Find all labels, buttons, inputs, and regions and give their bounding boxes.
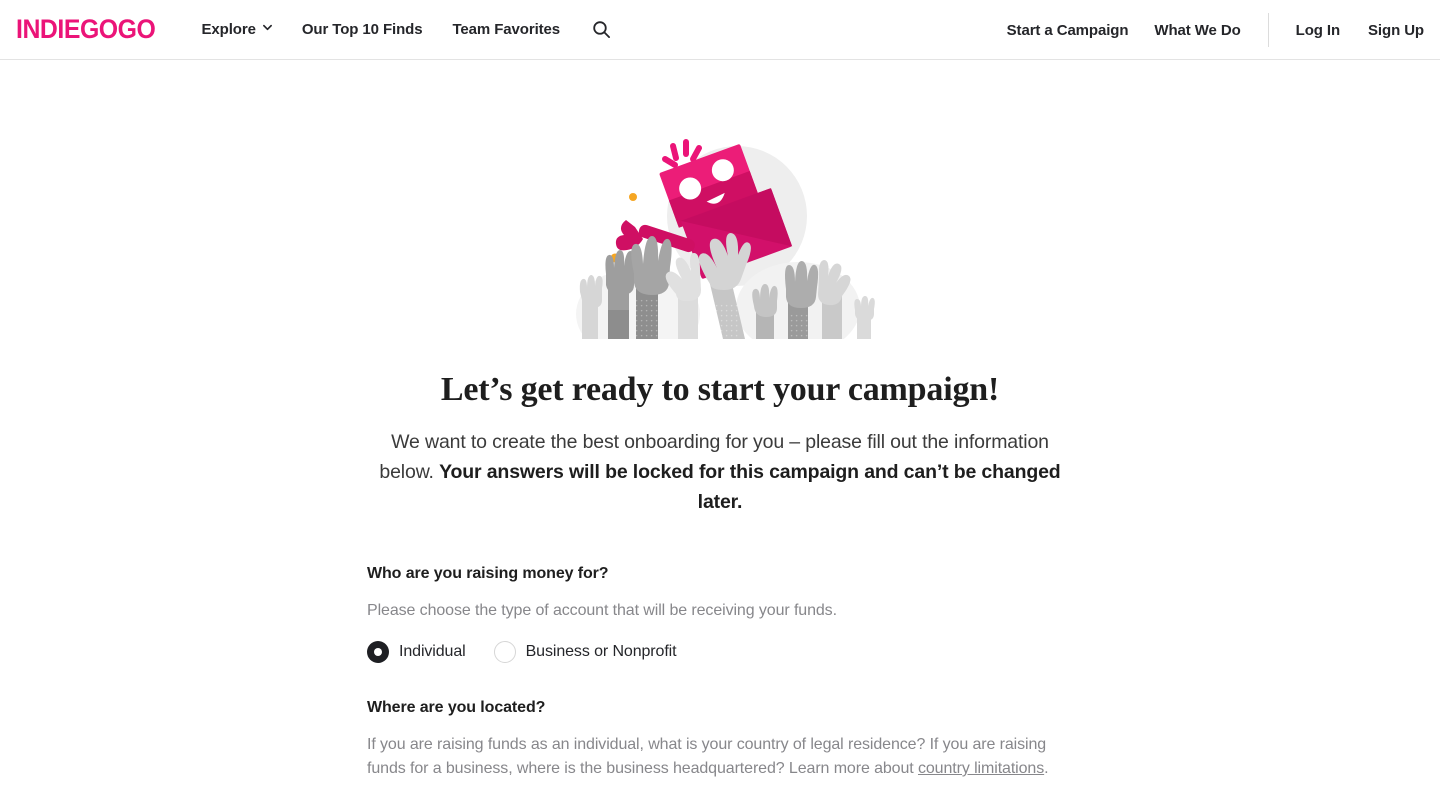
site-header: INDIEGOGO Explore Our Top 10 Finds Team …	[0, 0, 1440, 60]
field-description-suffix: .	[1044, 760, 1049, 777]
nav-item-top-10-finds[interactable]: Our Top 10 Finds	[302, 21, 423, 38]
radio-option-business-or-nonprofit[interactable]: Business or Nonprofit	[493, 641, 677, 663]
field-where-are-you-located: Where are you located? If you are raisin…	[367, 699, 1073, 781]
field-title: Who are you raising money for?	[367, 565, 609, 582]
robot-tossed-by-hands-illustration	[576, 139, 875, 339]
page-subtitle: We want to create the best onboarding fo…	[367, 427, 1073, 517]
nav-item-what-we-do[interactable]: What We Do	[1154, 22, 1240, 39]
primary-nav: Explore Our Top 10 Finds Team Favorites	[202, 19, 613, 41]
nav-item-sign-up[interactable]: Sign Up	[1368, 22, 1424, 39]
search-icon[interactable]	[590, 19, 612, 41]
radio-option-individual[interactable]: Individual	[367, 641, 466, 663]
country-limitations-link[interactable]: country limitations	[918, 760, 1044, 777]
nav-item-explore[interactable]: Explore	[202, 21, 272, 38]
nav-item-explore-label: Explore	[201, 21, 256, 38]
nav-item-log-in[interactable]: Log In	[1296, 22, 1340, 39]
chevron-down-icon	[262, 23, 272, 32]
field-who-are-you-raising-money-for: Who are you raising money for? Please ch…	[367, 565, 1073, 663]
field-description: If you are raising funds as an individua…	[367, 733, 1073, 781]
page-subtitle-emphasis: Your answers will be locked for this cam…	[439, 461, 1061, 513]
page-title: Let’s get ready to start your campaign!	[440, 371, 1000, 408]
account-type-radio-group: Individual Business or Nonprofit	[367, 641, 1073, 663]
page-main: Let’s get ready to start your campaign! …	[0, 60, 1440, 781]
hero-illustration-wrap	[0, 124, 1440, 339]
nav-divider	[1267, 13, 1269, 47]
indiegogo-logo[interactable]: INDIEGOGO	[16, 16, 156, 43]
nav-item-team-favorites[interactable]: Team Favorites	[452, 21, 560, 38]
radio-option-individual-label: Individual	[399, 643, 466, 660]
onboarding-form: Who are you raising money for? Please ch…	[367, 517, 1073, 781]
radio-selected-icon[interactable]	[367, 641, 389, 663]
orange-dot	[629, 193, 637, 201]
secondary-nav: Start a Campaign What We Do Log In Sign …	[1007, 0, 1424, 60]
radio-unselected-icon[interactable]	[493, 641, 516, 663]
field-title: Where are you located?	[367, 699, 546, 716]
nav-item-start-a-campaign[interactable]: Start a Campaign	[1007, 22, 1129, 39]
field-description: Please choose the type of account that w…	[367, 602, 837, 619]
radio-option-business-or-nonprofit-label: Business or Nonprofit	[525, 643, 677, 660]
